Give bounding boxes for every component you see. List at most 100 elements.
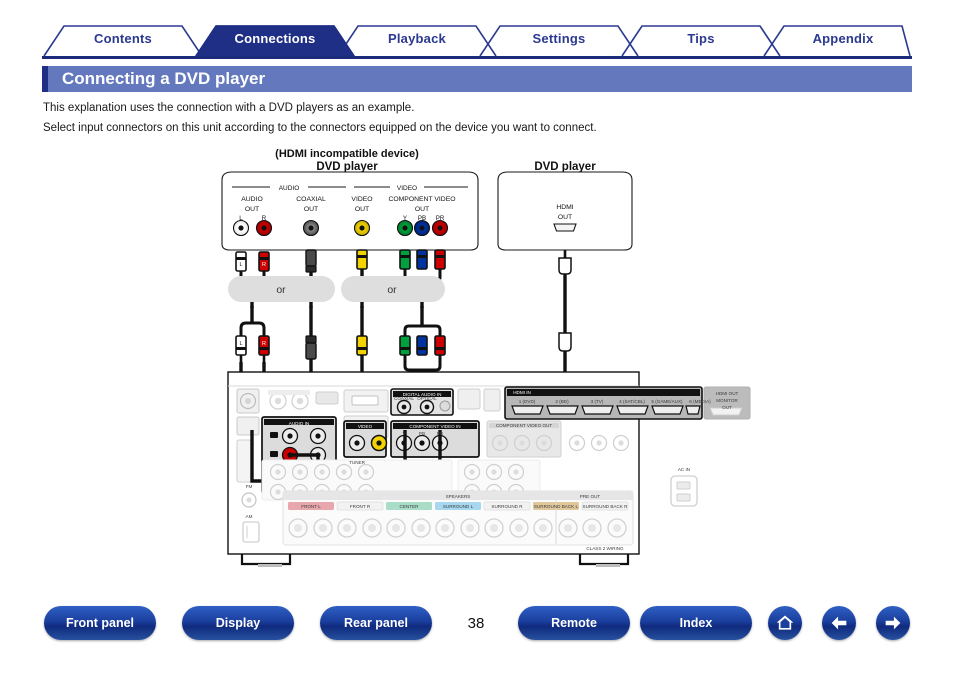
jack-audio-out-r <box>255 219 273 237</box>
connection-diagram: (HDMI incompatible device) DVD player AU… <box>0 140 954 580</box>
tab-appendix[interactable]: Appendix <box>764 22 922 56</box>
nav-home-button[interactable] <box>768 606 802 640</box>
nav-display[interactable]: Display <box>182 606 294 640</box>
tab-tips[interactable]: Tips <box>622 22 780 56</box>
receiver-video-label: VIDEO <box>358 424 373 429</box>
jack-audio-out-l <box>232 219 250 237</box>
nav-remote[interactable]: Remote <box>518 606 630 640</box>
svg-text:L: L <box>239 262 242 268</box>
receiver-antenna-am: AM <box>246 514 253 519</box>
tab-contents[interactable]: Contents <box>44 22 202 56</box>
label-audio-out-1: AUDIO <box>241 196 263 203</box>
receiver-optical-label: OPTICAL <box>417 396 437 401</box>
or-capsule-audio: or <box>228 276 335 302</box>
label-component-2: OUT <box>415 206 429 213</box>
jack-hdmi-out <box>553 223 577 232</box>
page-title-bar: Connecting a DVD player <box>42 66 912 92</box>
receiver-hdmi-port-5: 5 (GAME/AUX) <box>651 399 683 404</box>
nav-forward-button[interactable] <box>876 606 910 640</box>
am-antenna-terminal <box>242 521 260 543</box>
intro-line-1: This explanation uses the connection wit… <box>43 102 415 114</box>
tab-bar-rule <box>42 56 912 59</box>
receiver-comp-in-pb: PB <box>419 431 425 436</box>
label-component-1: COMPONENT VIDEO <box>388 196 455 203</box>
label-coaxial-1: COAXIAL <box>296 196 326 203</box>
label-audio-out-2: OUT <box>245 206 259 213</box>
receiver-ac-in-label: AC IN <box>678 467 690 472</box>
speaker-terminal-block <box>282 490 634 546</box>
jack-coaxial-out <box>302 219 320 237</box>
hdmi-port-1 <box>511 405 544 415</box>
receiver-class-label: CLASS 2 WIRING <box>586 546 624 551</box>
label-audio-l: L <box>239 215 243 222</box>
label-video-1: VIDEO <box>351 196 372 203</box>
or-capsule-video: or <box>341 276 445 302</box>
speaker-label-4: SURROUND R <box>491 504 523 509</box>
speaker-label-3: SURROUND L <box>443 504 474 509</box>
svg-text:L: L <box>239 341 242 347</box>
label-hdmi-out-2: OUT <box>558 214 572 221</box>
page-root: Contents Connections Playback Settings T… <box>0 0 954 673</box>
receiver-hdmi-out-out: OUT <box>722 405 732 410</box>
jack-component-pr <box>431 219 449 237</box>
label-group-video: VIDEO <box>397 185 417 192</box>
receiver-preout-label: PRE OUT <box>580 494 601 499</box>
receiver-coaxial-label: COAXIAL <box>394 396 414 401</box>
jack-component-y <box>396 219 414 237</box>
label-audio-r: R <box>262 215 267 222</box>
receiver-hdmi-port-1: 1 (DVD) <box>519 399 536 404</box>
receiver-feet <box>240 554 630 566</box>
page-title: Connecting a DVD player <box>62 69 266 88</box>
speaker-label-0: FRONT L <box>301 504 321 509</box>
nav-rear-panel[interactable]: Rear panel <box>320 606 432 640</box>
or-label-audio: or <box>276 284 286 296</box>
jack-component-pb <box>413 219 431 237</box>
arrow-right-icon <box>885 616 901 630</box>
receiver-hdmi-bank-label: HDMI IN <box>513 390 531 395</box>
label-comp-y: Y <box>403 215 407 222</box>
receiver-component-in-label: COMPONENT VIDEO IN <box>409 424 460 429</box>
svg-text:R: R <box>262 341 266 347</box>
receiver-hdmi-out-label: HDMI OUT <box>716 391 739 396</box>
nav-back-button[interactable] <box>822 606 856 640</box>
label-hdmi-out-1: HDMI <box>556 204 573 211</box>
label-comp-pr: PR <box>436 215 445 222</box>
receiver-comp-in-pr: PR <box>437 431 444 436</box>
hdmi-port-2 <box>546 405 579 415</box>
svg-text:R: R <box>262 262 266 268</box>
receiver-tuner-label: TUNER <box>349 460 366 465</box>
intro-line-2: Select input connectors on this unit acc… <box>43 121 597 134</box>
hdmi-port-3 <box>581 405 614 415</box>
receiver-comp-in-y: Y <box>402 431 405 436</box>
nav-index[interactable]: Index <box>640 606 752 640</box>
tab-settings[interactable]: Settings <box>480 22 638 56</box>
hdmi-port-5 <box>651 405 684 415</box>
jack-video-out <box>353 219 371 237</box>
receiver-hdmi-out-monitor: MONITOR <box>716 398 738 403</box>
speaker-label-5: SURROUND BACK L <box>534 504 579 509</box>
left-dvd-player <box>221 171 479 251</box>
intro-text: This explanation uses the connection wit… <box>43 100 923 139</box>
tab-connections[interactable]: Connections <box>196 22 354 56</box>
nav-front-panel[interactable]: Front panel <box>44 606 156 640</box>
tab-bar: Contents Connections Playback Settings T… <box>0 22 954 58</box>
left-device-caption-top: (HDMI incompatible device) <box>275 148 419 160</box>
receiver-hdmi-port-3: 3 (TV) <box>591 399 604 404</box>
receiver-hdmi-port-6: 6 (MEDIA) <box>689 399 711 404</box>
arrow-left-icon <box>831 616 847 630</box>
right-dvd-player <box>497 171 633 251</box>
receiver-audio-in-label: AUDIO IN <box>289 421 309 426</box>
label-group-audio: AUDIO <box>279 185 300 192</box>
tab-playback[interactable]: Playback <box>338 22 496 56</box>
home-icon <box>776 615 794 630</box>
speaker-label-2: CENTER <box>400 504 420 509</box>
bottom-navigation: Front panel Display Rear panel 38 Remote… <box>0 602 954 654</box>
right-device-caption: DVD player <box>534 161 596 173</box>
receiver-antenna-fm: FM <box>246 484 253 489</box>
label-comp-pb: PB <box>418 215 426 222</box>
speaker-label-1: FRONT R <box>350 504 371 509</box>
hdmi-port-6 <box>685 405 701 415</box>
receiver-hdmi-port-4: 4 (SAT/CBL) <box>619 399 645 404</box>
page-number: 38 <box>467 614 485 632</box>
or-label-video: or <box>387 284 397 296</box>
